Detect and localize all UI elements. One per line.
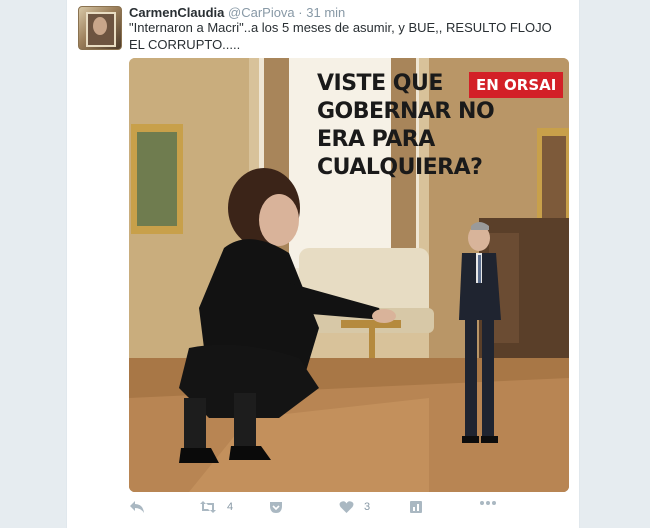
retweet-count: 4 — [227, 501, 234, 513]
pocket-icon — [269, 500, 283, 514]
like-count: 3 — [364, 501, 371, 513]
tweet-card[interactable]: CarmenClaudia @CarPiova · 31 min "Intern… — [66, 0, 580, 528]
pocket-button[interactable] — [269, 500, 283, 514]
avatar-face — [93, 17, 107, 35]
reply-button[interactable] — [129, 500, 145, 514]
tweet-timestamp[interactable]: 31 min — [306, 5, 345, 20]
tweet-text: "Internaron a Macri"..a los 5 meses de a… — [129, 20, 552, 52]
more-icon — [479, 500, 497, 506]
separator-dot: · — [298, 5, 303, 20]
reply-icon — [129, 500, 145, 514]
tweet-actions: 4 3 — [129, 500, 569, 522]
analytics-button[interactable] — [409, 500, 423, 514]
retweet-icon — [199, 500, 217, 514]
retweet-button[interactable]: 4 — [199, 500, 233, 514]
author-name[interactable]: CarmenClaudia — [129, 5, 224, 20]
tweet-media-image[interactable]: VISTE QUE GOBERNAR NO ERA PARA CUALQUIER… — [129, 58, 569, 492]
author-avatar[interactable] — [78, 6, 122, 50]
author-handle[interactable]: @CarPiova — [228, 5, 295, 20]
analytics-icon — [409, 500, 423, 514]
more-button[interactable] — [479, 500, 497, 506]
like-button[interactable]: 3 — [339, 500, 370, 514]
brand-logo: EN ORSAI — [469, 72, 564, 98]
heart-icon — [339, 500, 354, 514]
